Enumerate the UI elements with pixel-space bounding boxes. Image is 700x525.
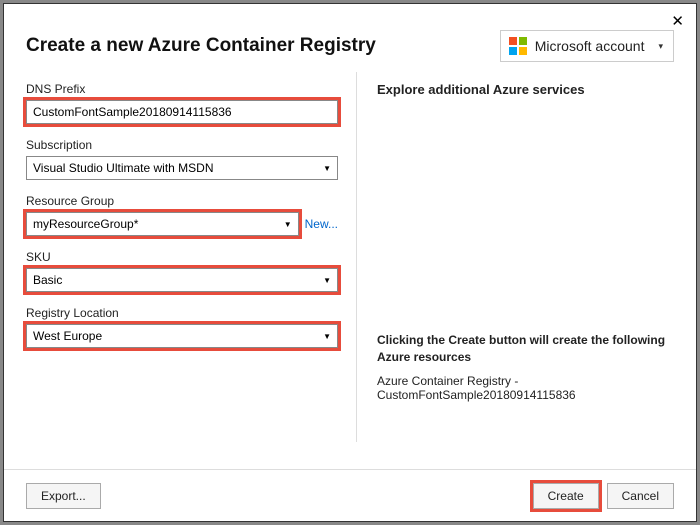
resource-group-label: Resource Group	[26, 194, 338, 208]
dns-prefix-input[interactable]: CustomFontSample20180914115836	[26, 100, 338, 124]
dialog-title: Create a new Azure Container Registry	[26, 35, 376, 57]
cancel-button[interactable]: Cancel	[607, 483, 674, 509]
sku-dropdown[interactable]: Basic ▼	[26, 268, 338, 292]
microsoft-logo-icon	[509, 37, 527, 55]
close-icon[interactable]: ✕	[671, 12, 684, 30]
location-label: Registry Location	[26, 306, 338, 320]
export-button[interactable]: Export...	[26, 483, 101, 509]
chevron-down-icon: ▾	[652, 41, 663, 52]
resource-group-value: myResourceGroup*	[33, 217, 138, 231]
location-value: West Europe	[33, 329, 102, 343]
chevron-down-icon: ▼	[284, 220, 292, 229]
resource-group-dropdown[interactable]: myResourceGroup* ▼	[26, 212, 299, 236]
chevron-down-icon: ▼	[323, 276, 331, 285]
account-label: Microsoft account	[535, 38, 645, 54]
dns-prefix-value: CustomFontSample20180914115836	[33, 105, 232, 119]
sku-value: Basic	[33, 273, 62, 287]
dns-prefix-label: DNS Prefix	[26, 82, 338, 96]
chevron-down-icon: ▼	[323, 332, 331, 341]
create-button[interactable]: Create	[533, 483, 599, 509]
account-dropdown[interactable]: Microsoft account ▾	[500, 30, 674, 62]
create-note: Clicking the Create button will create t…	[377, 212, 674, 366]
new-resource-group-link[interactable]: New...	[305, 217, 338, 231]
explore-heading: Explore additional Azure services	[377, 82, 674, 97]
sku-label: SKU	[26, 250, 338, 264]
location-dropdown[interactable]: West Europe ▼	[26, 324, 338, 348]
subscription-value: Visual Studio Ultimate with MSDN	[33, 161, 214, 175]
chevron-down-icon: ▼	[323, 164, 331, 173]
subscription-label: Subscription	[26, 138, 338, 152]
subscription-dropdown[interactable]: Visual Studio Ultimate with MSDN ▼	[26, 156, 338, 180]
resource-summary: Azure Container Registry - CustomFontSam…	[377, 374, 674, 402]
